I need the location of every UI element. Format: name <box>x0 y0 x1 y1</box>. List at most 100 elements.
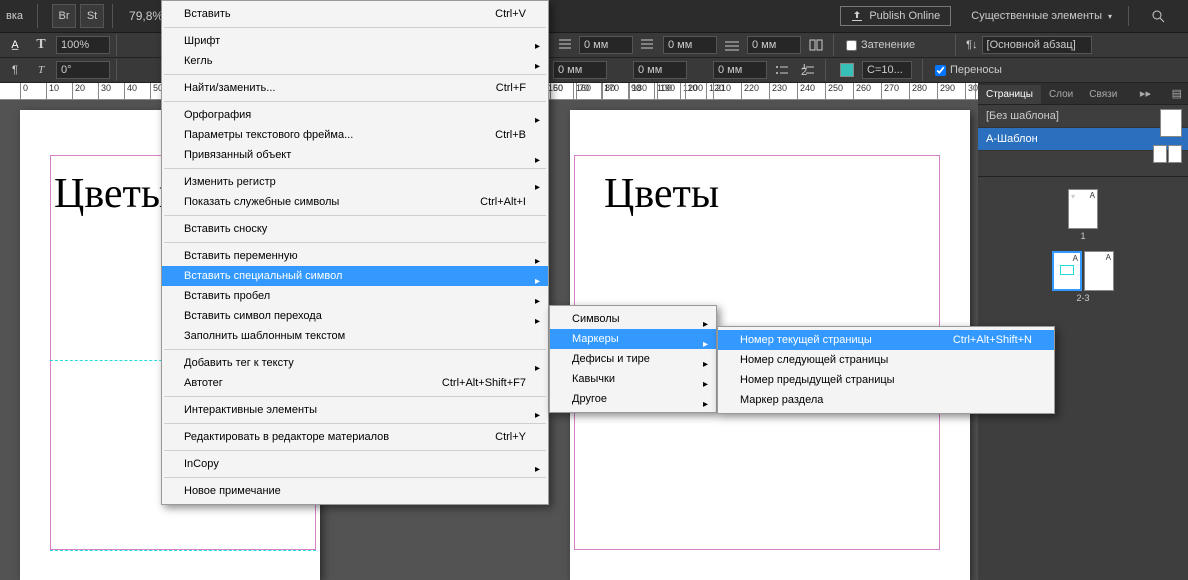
master-thumb-none[interactable] <box>1160 109 1182 137</box>
last-indent-field[interactable]: 0 мм <box>633 61 687 79</box>
menu-item[interactable]: Другое <box>550 389 716 409</box>
indent-right-icon[interactable] <box>637 34 659 56</box>
ruler-tick: 10 <box>46 83 59 100</box>
menu-item[interactable]: АвтотегCtrl+Alt+Shift+F7 <box>162 373 548 393</box>
menu-item[interactable]: Параметры текстового фрейма...Ctrl+B <box>162 125 548 145</box>
paragraph-style-icon: ¶↓ <box>966 39 977 51</box>
hyphenate-checkbox[interactable]: Переносы <box>935 64 1002 76</box>
menu-item[interactable]: Интерактивные элементы <box>162 400 548 420</box>
menu-separator <box>164 74 546 75</box>
skew-icon[interactable]: T <box>30 59 52 81</box>
menu-item-label: Символы <box>572 313 620 325</box>
master-none-row[interactable]: [Без шаблона] <box>978 105 1188 128</box>
space-before-field[interactable]: 0 мм <box>747 36 801 54</box>
tab-links[interactable]: Связи <box>1081 85 1125 104</box>
submenu-markers[interactable]: Номер текущей страницыCtrl+Alt+Shift+NНо… <box>717 326 1055 414</box>
columns-icon[interactable] <box>805 34 827 56</box>
type-tool-icon[interactable]: T <box>30 34 52 56</box>
stock-button[interactable]: St <box>80 4 104 28</box>
first-indent-field[interactable]: 0 мм <box>553 61 607 79</box>
menu-item-label: Привязанный объект <box>184 149 291 161</box>
menu-item[interactable]: Привязанный объект <box>162 145 548 165</box>
panel-menu-icon[interactable]: ▤ <box>1166 83 1188 104</box>
left-indent-field[interactable]: 0 мм <box>579 36 633 54</box>
master-thumb-a[interactable] <box>1153 145 1182 163</box>
ruler-tick: 170 <box>601 83 619 100</box>
panel-tabs: Страницы Слои Связи ▸▸ ▤ <box>978 83 1188 105</box>
panel-collapse-icon[interactable]: ▸▸ <box>1134 83 1157 104</box>
menu-item[interactable]: Вставить сноску <box>162 219 548 239</box>
menu-item-label: Редактировать в редакторе материалов <box>184 431 389 443</box>
numbering-icon[interactable]: 12 <box>797 59 819 81</box>
menu-item[interactable]: Новое примечание <box>162 481 548 501</box>
menu-item-label: Дефисы и тире <box>572 353 650 365</box>
paragraph-style-combo[interactable]: [Основной абзац] <box>982 36 1092 54</box>
ruler-tick: 290 <box>937 83 955 100</box>
menu-separator <box>164 27 546 28</box>
menu-item[interactable]: Шрифт <box>162 31 548 51</box>
ruler-tick: 40 <box>124 83 137 100</box>
ruler-tick: 280 <box>909 83 927 100</box>
menu-item[interactable]: Добавить тег к тексту <box>162 353 548 373</box>
publish-online-button[interactable]: Publish Online <box>840 6 951 26</box>
menu-separator <box>164 101 546 102</box>
tracking-field[interactable]: 100% <box>56 36 110 54</box>
menu-item[interactable]: Показать служебные символыCtrl+Alt+I <box>162 192 548 212</box>
skew-field[interactable]: 0° <box>56 61 110 79</box>
ruler-tick: 270 <box>881 83 899 100</box>
menu-item[interactable]: Номер предыдущей страницы <box>718 370 1054 390</box>
chevron-down-icon: ▾ <box>1108 12 1112 21</box>
menu-item[interactable]: Найти/заменить...Ctrl+F <box>162 78 548 98</box>
space-after-field[interactable]: 0 мм <box>713 61 767 79</box>
character-mode-icon[interactable]: A̲ <box>4 34 26 56</box>
workspace-switcher[interactable]: Существенные элементы ▾ <box>963 7 1120 25</box>
menu-item[interactable]: Маркеры <box>550 329 716 349</box>
right-indent-field[interactable]: 0 мм <box>663 36 717 54</box>
paragraph-mode-icon[interactable]: ¶ <box>4 59 26 81</box>
menu-item[interactable]: Вставить специальный символ <box>162 266 548 286</box>
menu-item-label: Номер текущей страницы <box>740 334 872 346</box>
indent-icon[interactable] <box>553 34 575 56</box>
tab-pages[interactable]: Страницы <box>978 85 1041 104</box>
menu-item[interactable]: Вставить символ перехода <box>162 306 548 326</box>
menu-item[interactable]: Номер текущей страницыCtrl+Alt+Shift+N <box>718 330 1054 350</box>
menu-item[interactable]: Кавычки <box>550 369 716 389</box>
menu-item[interactable]: Вставить переменную <box>162 246 548 266</box>
menu-item[interactable]: Номер следующей страницы <box>718 350 1054 370</box>
submenu-special-char[interactable]: Символы Маркеры Дефисы и тире КавычкиДругое <box>549 305 717 413</box>
menu-item[interactable]: Символы <box>550 309 716 329</box>
shading-checkbox[interactable]: Затенение <box>846 39 915 51</box>
menu-item[interactable]: Орфография <box>162 105 548 125</box>
menu-separator <box>164 242 546 243</box>
menu-item[interactable]: Вставить пробел <box>162 286 548 306</box>
menu-item[interactable]: Изменить регистр <box>162 172 548 192</box>
menu-item[interactable]: Кегль <box>162 51 548 71</box>
menu-item-label: Маркер раздела <box>740 394 823 406</box>
menu-item[interactable]: Маркер раздела <box>718 390 1054 410</box>
menu-item-label: Вставить пробел <box>184 290 270 302</box>
shading-swatch-icon[interactable] <box>836 59 858 81</box>
menu-item-label: Вставить символ перехода <box>184 310 322 322</box>
menu-item-label: Орфография <box>184 109 251 121</box>
shading-swatch-combo[interactable]: C=10... <box>862 61 912 79</box>
spread-thumb-2-3[interactable]: A A <box>1052 251 1114 291</box>
page-number-label: 1 <box>1080 231 1085 241</box>
bridge-button[interactable]: Br <box>52 4 76 28</box>
app-tab-fragment: вка <box>6 10 23 22</box>
page-thumb-1[interactable]: A▾ <box>1068 189 1098 229</box>
bullets-icon[interactable] <box>771 59 793 81</box>
menu-item[interactable]: Дефисы и тире <box>550 349 716 369</box>
search-button[interactable] <box>1128 6 1188 26</box>
tab-layers[interactable]: Слои <box>1041 85 1081 104</box>
menu-item-label: Номер предыдущей страницы <box>740 374 895 386</box>
menu-item[interactable]: Заполнить шаблонным текстом <box>162 326 548 346</box>
menu-item[interactable]: ВставитьCtrl+V <box>162 4 548 24</box>
space-before-icon[interactable] <box>721 34 743 56</box>
context-menu-main[interactable]: ВставитьCtrl+V ШрифтКегль Найти/заменить..… <box>161 0 549 505</box>
guide-line[interactable] <box>50 550 316 551</box>
menu-separator <box>164 477 546 478</box>
menu-item[interactable]: InCopy <box>162 454 548 474</box>
zoom-display[interactable]: 79,8% <box>129 9 163 23</box>
menu-item[interactable]: Редактировать в редакторе материаловCtrl… <box>162 427 548 447</box>
menu-item-label: Заполнить шаблонным текстом <box>184 330 345 342</box>
